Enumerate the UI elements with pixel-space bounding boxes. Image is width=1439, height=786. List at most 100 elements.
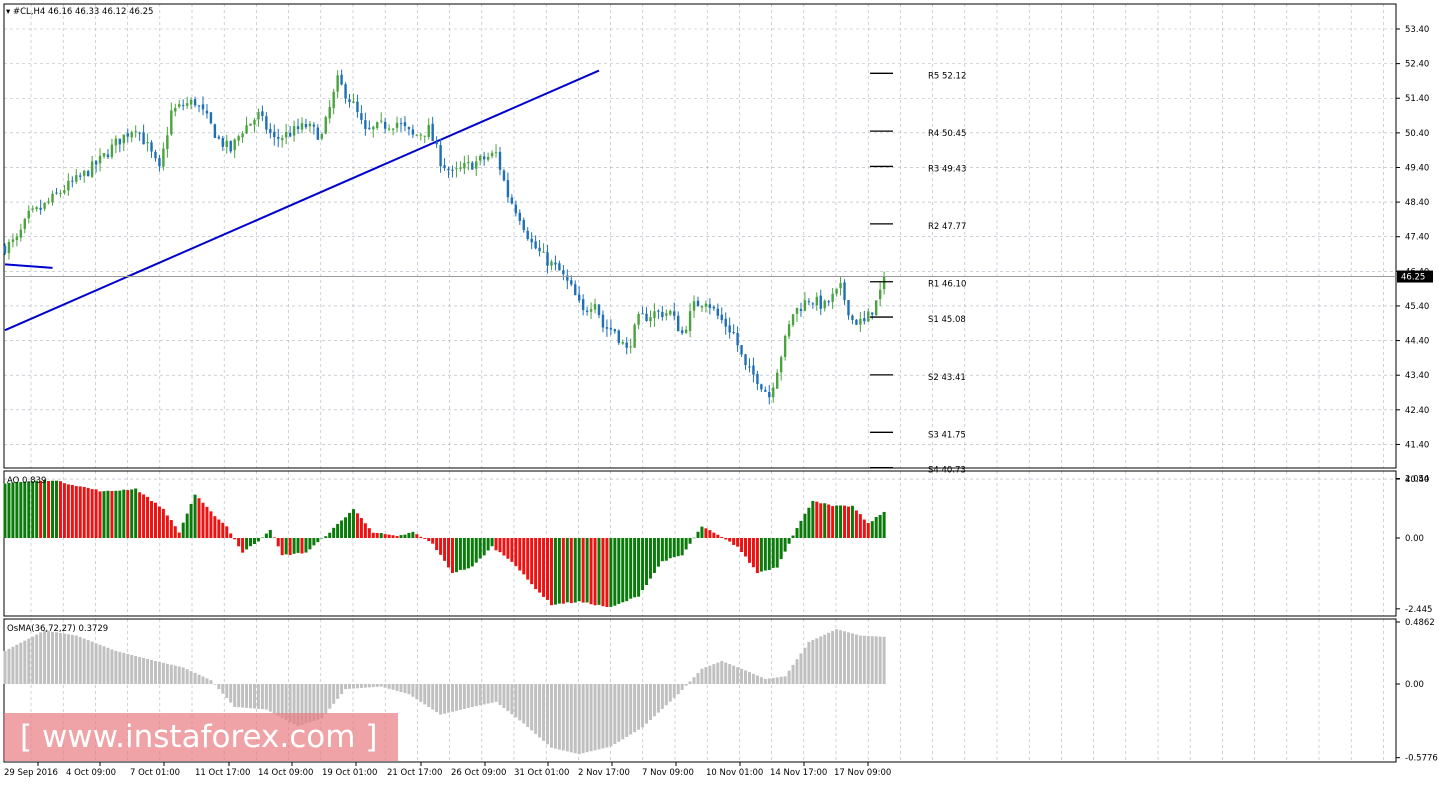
osma-tick-label: -0.5776 <box>1405 754 1438 764</box>
ao-bar <box>843 505 847 538</box>
osma-bar <box>359 684 363 688</box>
candle-body <box>522 219 525 231</box>
ao-bar <box>680 538 684 556</box>
osma-bar <box>751 673 755 684</box>
candle-body <box>637 313 640 325</box>
ao-bar <box>696 531 700 538</box>
candle-body <box>94 161 98 165</box>
osma-bar <box>787 670 791 684</box>
ao-bar <box>862 519 866 538</box>
osma-bar <box>510 684 514 715</box>
candle-body <box>744 354 747 366</box>
candle-body <box>712 306 716 309</box>
candle-body <box>641 313 644 315</box>
candle-body <box>344 84 347 99</box>
candle-body <box>380 120 383 122</box>
osma-bar <box>577 684 581 755</box>
candle-body <box>704 303 708 307</box>
ao-bar <box>233 538 237 540</box>
candle-body <box>684 329 688 333</box>
candle-body <box>39 207 42 210</box>
ao-bar <box>197 498 201 538</box>
ao-bar <box>177 532 181 538</box>
ao-bar <box>268 529 272 538</box>
candle-body <box>835 288 838 294</box>
osma-bar <box>708 665 712 684</box>
chart-canvas: R5 52.12 R4 50.45 R3 49.43 R2 47.77 R1 46.10… <box>3 3 1438 778</box>
osma-bar <box>565 684 569 752</box>
candle-body <box>257 112 260 120</box>
candle-body <box>142 132 145 145</box>
ao-bar <box>502 538 506 556</box>
osma-bar <box>660 684 664 709</box>
ao-bar <box>557 538 561 604</box>
x-tick-label: 11 Oct 17:00 <box>195 768 250 778</box>
ao-bar <box>90 489 94 538</box>
ao-bar <box>645 538 649 586</box>
osma-bar <box>732 665 736 684</box>
ao-bar <box>371 532 375 538</box>
candle-body <box>356 101 359 113</box>
candle-body <box>657 310 660 312</box>
ao-bar <box>684 538 688 550</box>
ao-bar <box>648 538 652 579</box>
osma-bar <box>126 653 130 684</box>
osma-bar <box>165 663 169 684</box>
candle-body <box>411 129 415 135</box>
candle-body <box>863 318 866 322</box>
ao-bar <box>431 538 435 544</box>
osma-bar <box>7 648 11 684</box>
ao-bar <box>747 538 751 563</box>
candle-body <box>352 101 355 103</box>
candle-body <box>514 204 518 214</box>
ao-bar <box>78 486 82 538</box>
osma-bar <box>245 684 249 708</box>
ao-bar <box>577 538 581 602</box>
candle-body <box>86 171 90 177</box>
ao-bar <box>245 538 249 550</box>
ao-bar <box>803 513 807 538</box>
candle-body <box>819 295 822 309</box>
candle-body <box>67 180 70 191</box>
candle-body <box>443 165 446 169</box>
ao-bar <box>19 481 23 538</box>
candle-body <box>435 141 438 145</box>
ao-bar <box>3 483 7 538</box>
candle-body <box>542 251 545 253</box>
y-tick-label: 52.40 <box>1405 60 1429 70</box>
ao-panel <box>3 480 886 607</box>
ao-bar <box>454 538 458 573</box>
candle-body <box>752 365 755 375</box>
osma-bar <box>90 641 94 684</box>
osma-bar <box>363 684 367 688</box>
osma-bar <box>609 684 613 747</box>
ao-bar <box>850 505 854 538</box>
ao-bar <box>181 522 185 538</box>
osma-bar <box>494 684 498 702</box>
osma-bar <box>470 684 474 707</box>
candle-body <box>724 318 727 327</box>
osma-bar <box>241 684 245 708</box>
osma-bar <box>106 647 110 684</box>
candle-body <box>882 276 886 290</box>
ao-bar <box>379 533 383 538</box>
osma-bar <box>324 684 328 714</box>
osma-bar <box>205 678 209 684</box>
ao-bar <box>637 538 641 597</box>
ao-tick-label: 0.00 <box>1405 534 1424 544</box>
ao-bar <box>668 538 672 559</box>
osma-bar <box>882 636 886 684</box>
osma-bar <box>197 674 201 684</box>
candle-body <box>269 128 272 133</box>
candle-body <box>578 294 581 301</box>
ao-bar <box>229 533 233 538</box>
ao-bar <box>732 538 736 545</box>
osma-bar <box>43 630 47 684</box>
candle-body <box>288 132 292 137</box>
ao-bar <box>328 532 332 538</box>
osma-bar <box>486 684 490 704</box>
candle-body <box>27 210 30 219</box>
ao-bar <box>870 521 874 538</box>
osma-bar <box>181 667 185 684</box>
ao-bar <box>359 518 363 538</box>
